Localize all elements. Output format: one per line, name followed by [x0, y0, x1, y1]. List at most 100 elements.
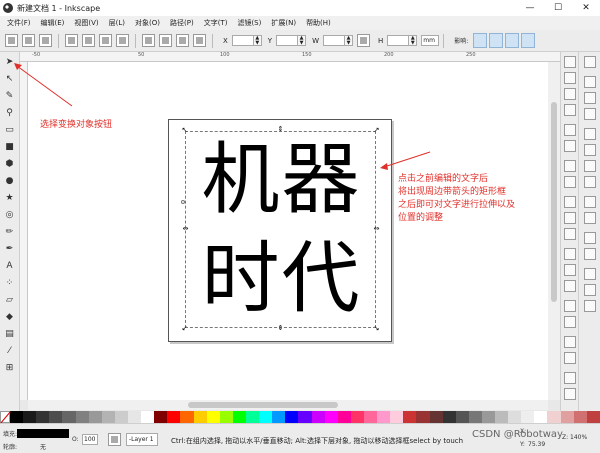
snap-center-icon[interactable]: [584, 232, 596, 244]
color-swatch[interactable]: [547, 411, 561, 423]
horizontal-scrollbar[interactable]: [28, 400, 548, 410]
3d-box-tool-icon[interactable]: ⬢: [3, 157, 16, 170]
import-icon[interactable]: [564, 124, 576, 136]
color-swatch[interactable]: [245, 411, 260, 423]
lower-icon[interactable]: [176, 34, 189, 47]
snap-nodes-icon[interactable]: [584, 128, 596, 140]
tweak-tool-icon[interactable]: ✎: [3, 89, 16, 102]
color-swatch[interactable]: [272, 411, 286, 423]
select-all-icon[interactable]: [5, 34, 18, 47]
fill-stroke-dialog-icon[interactable]: [564, 372, 576, 384]
snap-grid-icon[interactable]: [584, 284, 596, 296]
color-swatch[interactable]: [232, 411, 246, 423]
scale-handle-top-left[interactable]: ↖: [181, 127, 188, 134]
close-button[interactable]: ✕: [572, 0, 600, 16]
w-spinner-icon[interactable]: ▲ ▼: [345, 35, 353, 46]
color-swatch[interactable]: [324, 411, 338, 423]
zoom-value[interactable]: 140%: [570, 434, 587, 441]
h-spinner-icon[interactable]: ▲ ▼: [409, 35, 418, 46]
color-swatch[interactable]: [337, 411, 351, 423]
color-swatch[interactable]: [23, 411, 37, 423]
new-document-icon[interactable]: [564, 56, 576, 68]
snap-bbox-edge-icon[interactable]: [584, 92, 596, 104]
zoom-page-icon[interactable]: [564, 280, 576, 292]
color-swatch[interactable]: [481, 411, 496, 423]
y-spinner-icon[interactable]: ▲ ▼: [298, 35, 307, 46]
fill-indicator[interactable]: [17, 429, 69, 438]
clone-icon[interactable]: [564, 316, 576, 328]
color-swatch[interactable]: [285, 411, 299, 423]
y-input[interactable]: [276, 35, 299, 46]
vertical-scrollbar[interactable]: [548, 62, 560, 400]
color-swatch[interactable]: [49, 411, 63, 423]
export-icon[interactable]: [564, 140, 576, 152]
no-paint-swatch[interactable]: [0, 411, 10, 423]
color-swatch[interactable]: [180, 411, 194, 423]
print-icon[interactable]: [564, 104, 576, 116]
color-swatch[interactable]: [259, 411, 273, 423]
snap-midpoint-icon[interactable]: [584, 212, 596, 224]
pencil-tool-icon[interactable]: ✏: [3, 225, 16, 238]
color-swatch[interactable]: [141, 411, 155, 423]
color-swatch[interactable]: [521, 411, 535, 423]
color-swatch[interactable]: [219, 411, 233, 423]
color-swatch[interactable]: [350, 411, 364, 423]
color-swatch[interactable]: [193, 411, 207, 423]
dropper-tool-icon[interactable]: ⁄: [3, 344, 16, 357]
menu-path[interactable]: 路径(P): [165, 16, 199, 30]
spiral-tool-icon[interactable]: ◎: [3, 208, 16, 221]
scale-handle-bottom-left[interactable]: ↖: [181, 324, 188, 332]
color-swatch[interactable]: [377, 411, 391, 423]
snap-bbox-icon[interactable]: [584, 76, 596, 88]
eraser-tool-icon[interactable]: ▱: [3, 293, 16, 306]
flip-horizontal-icon[interactable]: [99, 34, 112, 47]
connector-tool-icon[interactable]: ⊞: [3, 361, 16, 374]
zoom-drawing-icon[interactable]: [564, 264, 576, 276]
snap-bbox-corner-icon[interactable]: [584, 108, 596, 120]
horizontal-scrollbar-thumb[interactable]: [188, 402, 338, 408]
color-swatch[interactable]: [403, 411, 417, 423]
lock-ratio-icon[interactable]: [357, 34, 370, 47]
paint-bucket-tool-icon[interactable]: ◆: [3, 310, 16, 323]
color-swatch[interactable]: [206, 411, 220, 423]
scale-handle-left[interactable]: ⇕: [181, 225, 189, 232]
flip-vertical-icon[interactable]: [116, 34, 129, 47]
color-swatch[interactable]: [495, 411, 509, 423]
color-swatch[interactable]: [534, 411, 548, 423]
rotate-cw-icon[interactable]: [82, 34, 95, 47]
copy-icon[interactable]: [564, 196, 576, 208]
color-swatch[interactable]: [442, 411, 456, 423]
color-swatch[interactable]: [455, 411, 469, 423]
lower-to-bottom-icon[interactable]: [193, 34, 206, 47]
color-swatch[interactable]: [508, 411, 522, 423]
unit-select[interactable]: mm: [421, 35, 440, 46]
zoom-selection-icon[interactable]: [564, 248, 576, 260]
menu-text[interactable]: 文字(T): [199, 16, 233, 30]
transform-gradients-toggle[interactable]: [505, 33, 520, 48]
save-icon[interactable]: [564, 88, 576, 100]
snap-page-border-icon[interactable]: [584, 268, 596, 280]
scale-corners-toggle[interactable]: [489, 33, 504, 48]
horizontal-ruler[interactable]: -50 50 100 150 200 250: [20, 52, 560, 62]
color-swatch[interactable]: [429, 411, 443, 423]
node-tool-icon[interactable]: ↖: [3, 72, 16, 85]
color-swatch[interactable]: [75, 411, 89, 423]
snap-cusp-icon[interactable]: [584, 176, 596, 188]
gradient-tool-icon[interactable]: ▤: [3, 327, 16, 340]
scale-handle-top-right[interactable]: ↖: [373, 126, 380, 134]
color-swatch[interactable]: [101, 411, 115, 423]
scale-handle-bottom[interactable]: ⇕: [277, 325, 284, 332]
color-swatch[interactable]: [88, 411, 102, 423]
stroke-value[interactable]: 无: [40, 442, 46, 451]
snap-rotation-center-icon[interactable]: [584, 248, 596, 260]
color-swatch[interactable]: [114, 411, 128, 423]
duplicate-icon[interactable]: [564, 300, 576, 312]
layer-selector[interactable]: -Layer 1: [126, 433, 158, 446]
rectangle-tool-icon[interactable]: ■: [3, 140, 16, 153]
h-input[interactable]: [387, 35, 410, 46]
color-swatch[interactable]: [468, 411, 482, 423]
color-swatch[interactable]: [416, 411, 430, 423]
color-swatch[interactable]: [62, 411, 76, 423]
scale-handle-top[interactable]: ⇕: [277, 126, 284, 133]
menu-layer[interactable]: 层(L): [104, 16, 130, 30]
